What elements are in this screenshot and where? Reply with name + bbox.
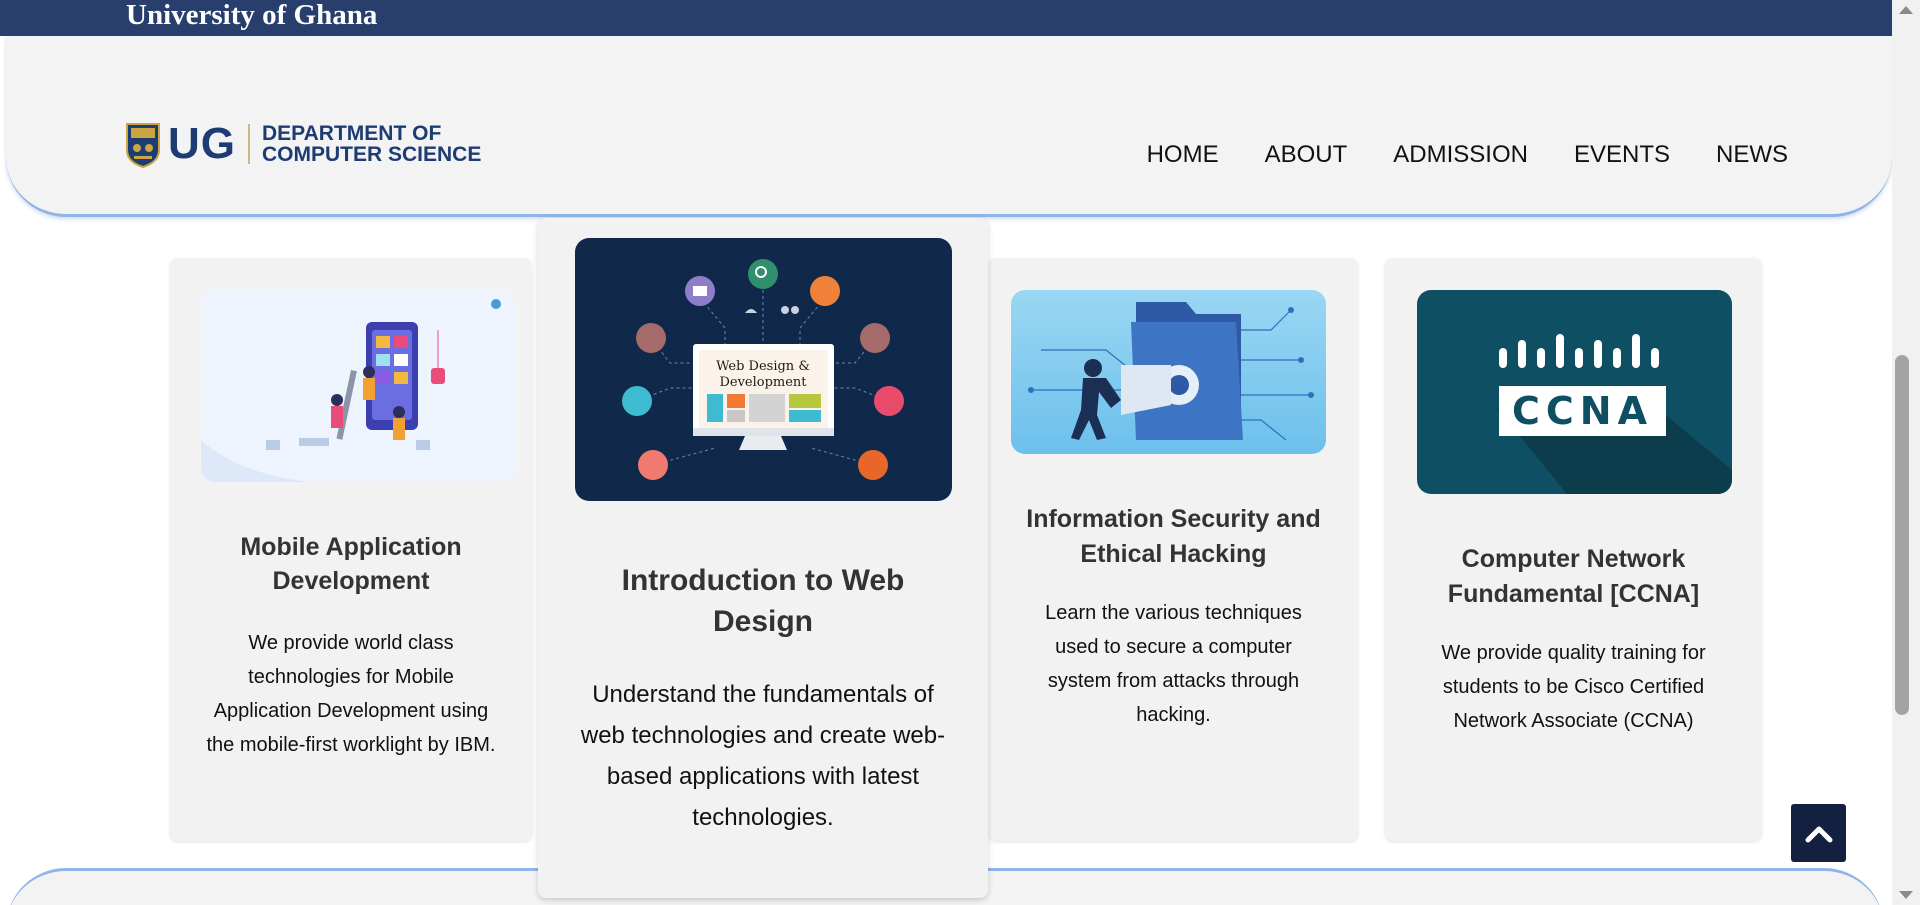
image-text-line2: Development [719,375,807,390]
card-title: Computer Network Fundamental [CCNA] [1447,545,1700,608]
scroll-down-arrow-icon[interactable] [1899,891,1913,899]
site-header: UG DEPARTMENT OF COMPUTER SCIENCE HOME A… [6,36,1892,217]
ug-crest-icon [126,123,160,168]
scroll-up-arrow-icon[interactable] [1899,6,1913,14]
logo-department-text: DEPARTMENT OF COMPUTER SCIENCE [262,123,481,165]
page-scrollbar[interactable] [1892,0,1920,905]
security-illustration-icon [1011,290,1326,454]
back-to-top-button[interactable] [1791,804,1846,862]
logo-dept-line2: COMPUTER SCIENCE [262,143,482,166]
card-title: Information Security and Ethical Hacking [1026,505,1321,568]
mobile-app-illustration-icon [201,290,516,482]
card-title: Introduction to Web Design [621,564,905,638]
nav-home[interactable]: HOME [1147,140,1219,170]
main-nav: HOME ABOUT ADMISSION EVENTS NEWS [1101,140,1788,170]
department-logo[interactable]: UG DEPARTMENT OF COMPUTER SCIENCE [124,120,481,168]
chevron-up-icon [1805,826,1832,843]
top-bar: University of Ghana [0,0,1892,36]
ccna-image-text: CCNA [1512,389,1653,433]
course-card-mobile[interactable]: Mobile Application Development We provid… [170,258,532,841]
card-description: We provide world class technologies for … [206,632,496,756]
scrollbar-thumb[interactable] [1895,355,1909,715]
logo-divider [248,124,250,164]
card-description: Understand the fundamentals of web techn… [580,681,946,831]
web-design-illustration-icon: Web Design & Development [575,238,952,501]
course-card-web-design[interactable]: Web Design & Development Introduction to… [538,218,988,898]
card-description: Learn the various techniques used to sec… [1045,602,1302,726]
university-title: University of Ghana [126,0,378,31]
course-card-ccna[interactable]: CCNA Computer Network Fundamental [CCNA]… [1385,258,1762,841]
card-description: We provide quality training for students… [1441,642,1706,732]
nav-events[interactable]: EVENTS [1574,140,1670,170]
logo-ug-text: UG [168,119,236,168]
course-card-security[interactable]: Information Security and Ethical Hacking… [989,258,1358,841]
nav-admission[interactable]: ADMISSION [1393,140,1528,170]
ccna-logo-icon: CCNA [1417,290,1732,494]
nav-news[interactable]: NEWS [1716,140,1788,170]
image-text-line1: Web Design & [716,359,810,374]
nav-about[interactable]: ABOUT [1265,140,1348,170]
logo-dept-line1: DEPARTMENT OF [262,122,442,145]
card-title: Mobile Application Development [240,533,462,595]
